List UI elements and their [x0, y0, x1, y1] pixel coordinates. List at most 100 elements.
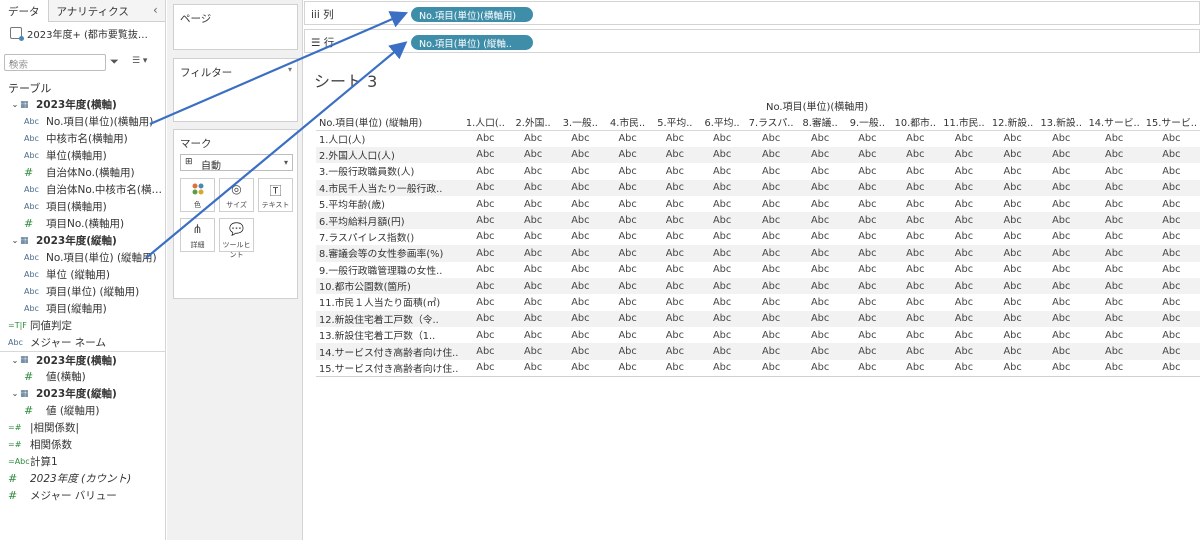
cell-value[interactable]: Abc: [891, 359, 940, 377]
field-item[interactable]: Abc 中核市名(横軸用): [0, 130, 165, 147]
cell-value[interactable]: Abc: [1143, 311, 1200, 327]
rows-shelf[interactable]: ☰ 行 No.項目(単位) (縦軸..: [304, 29, 1200, 53]
cell-value[interactable]: Abc: [509, 163, 556, 179]
cell-value[interactable]: Abc: [557, 343, 604, 359]
row-header[interactable]: 11.市民１人当たり面積(㎡): [316, 294, 461, 310]
cell-value[interactable]: Abc: [698, 130, 745, 146]
cell-value[interactable]: Abc: [988, 311, 1037, 327]
cell-value[interactable]: Abc: [461, 130, 509, 146]
field-item[interactable]: =Abc 計算1: [0, 453, 165, 470]
cell-value[interactable]: Abc: [509, 278, 556, 294]
cell-value[interactable]: Abc: [698, 311, 745, 327]
cell-value[interactable]: Abc: [461, 163, 509, 179]
cell-value[interactable]: Abc: [509, 262, 556, 278]
cell-value[interactable]: Abc: [556, 359, 604, 377]
cell-value[interactable]: Abc: [844, 311, 891, 327]
columns-pill[interactable]: No.項目(単位)(横軸用): [411, 7, 533, 22]
cell-value[interactable]: Abc: [1143, 343, 1200, 359]
cell-value[interactable]: Abc: [891, 163, 940, 179]
cell-value[interactable]: Abc: [844, 343, 891, 359]
column-header[interactable]: 6.平均..: [698, 114, 746, 131]
cell-value[interactable]: Abc: [988, 212, 1037, 228]
cell-value[interactable]: Abc: [891, 229, 940, 245]
cell-value[interactable]: Abc: [509, 180, 556, 196]
cell-value[interactable]: Abc: [891, 196, 940, 212]
text-button[interactable]: 🅃 テキスト: [258, 178, 293, 212]
cell-value[interactable]: Abc: [940, 180, 989, 196]
cell-value[interactable]: Abc: [1086, 180, 1143, 196]
cell-value[interactable]: Abc: [557, 278, 604, 294]
cell-value[interactable]: Abc: [1086, 278, 1143, 294]
column-header[interactable]: 3.一般..: [556, 114, 604, 131]
field-item[interactable]: # 項目No.(横軸用): [0, 215, 165, 232]
cell-value[interactable]: Abc: [746, 294, 797, 310]
cell-value[interactable]: Abc: [603, 359, 652, 377]
cell-value[interactable]: Abc: [796, 359, 844, 377]
table-group[interactable]: ⌄ ▦ 2023年度(横軸): [0, 351, 165, 368]
cell-value[interactable]: Abc: [509, 359, 557, 377]
filter-icon[interactable]: ⏷: [110, 55, 122, 69]
cell-value[interactable]: Abc: [1037, 180, 1086, 196]
columns-shelf[interactable]: iii 列 No.項目(単位)(横軸用): [304, 1, 1200, 25]
column-field-header[interactable]: No.項目(単位)(横軸用): [766, 98, 868, 113]
cell-value[interactable]: Abc: [891, 327, 940, 343]
cell-value[interactable]: Abc: [604, 294, 651, 310]
cell-value[interactable]: Abc: [988, 147, 1037, 163]
cell-value[interactable]: Abc: [1143, 229, 1200, 245]
cell-value[interactable]: Abc: [604, 180, 651, 196]
size-button[interactable]: ◎ サイズ: [219, 178, 254, 212]
cell-value[interactable]: Abc: [651, 294, 698, 310]
cell-value[interactable]: Abc: [461, 359, 510, 377]
cell-value[interactable]: Abc: [509, 130, 556, 146]
row-header[interactable]: 13.新設住宅着工戸数（1..: [316, 327, 461, 343]
cell-value[interactable]: Abc: [461, 327, 509, 343]
cell-value[interactable]: Abc: [651, 130, 698, 146]
row-field-header[interactable]: No.項目(単位) (縦軸用): [316, 114, 462, 131]
field-item[interactable]: Abc 項目(横軸用): [0, 198, 165, 215]
cell-value[interactable]: Abc: [746, 212, 797, 228]
cell-value[interactable]: Abc: [461, 311, 509, 327]
cell-value[interactable]: Abc: [940, 229, 989, 245]
cell-value[interactable]: Abc: [557, 311, 604, 327]
cell-value[interactable]: Abc: [509, 245, 556, 261]
cell-value[interactable]: Abc: [461, 343, 509, 359]
cell-value[interactable]: Abc: [461, 196, 509, 212]
cell-value[interactable]: Abc: [1143, 163, 1200, 179]
cell-value[interactable]: Abc: [940, 147, 989, 163]
column-header[interactable]: 1.人口(..: [461, 114, 510, 131]
field-item[interactable]: #2023年度 (カウント): [0, 470, 165, 487]
column-header[interactable]: 10.都市..: [891, 114, 940, 131]
search-input[interactable]: 検索 ⌕: [4, 54, 106, 71]
row-header[interactable]: 4.市民千人当たり一般行政..: [316, 180, 461, 196]
row-header[interactable]: 7.ラスパイレス指数(): [316, 229, 461, 245]
cell-value[interactable]: Abc: [746, 147, 797, 163]
field-item[interactable]: =# |相関係数|: [0, 419, 165, 436]
cell-value[interactable]: Abc: [461, 245, 509, 261]
cell-value[interactable]: Abc: [509, 327, 556, 343]
cell-value[interactable]: Abc: [1086, 327, 1143, 343]
cell-value[interactable]: Abc: [745, 359, 797, 377]
cell-value[interactable]: Abc: [844, 130, 891, 146]
row-header[interactable]: 9.一般行政職管理職の女性..: [316, 262, 461, 278]
cell-value[interactable]: Abc: [651, 229, 698, 245]
row-header[interactable]: 3.一般行政職員数(人): [316, 163, 461, 179]
cell-value[interactable]: Abc: [557, 262, 604, 278]
field-item[interactable]: Abc 項目(縦軸用): [0, 300, 165, 317]
cell-value[interactable]: Abc: [698, 212, 745, 228]
column-header[interactable]: 4.市民..: [603, 114, 652, 131]
cell-value[interactable]: Abc: [1143, 180, 1200, 196]
cell-value[interactable]: Abc: [557, 196, 604, 212]
cell-value[interactable]: Abc: [1085, 359, 1143, 377]
field-item[interactable]: # 自治体No.(横軸用): [0, 164, 165, 181]
field-item[interactable]: Abc 自治体No.中核市名(横…: [0, 181, 165, 198]
cell-value[interactable]: Abc: [746, 163, 797, 179]
cell-value[interactable]: Abc: [940, 294, 989, 310]
cell-value[interactable]: Abc: [891, 294, 940, 310]
cell-value[interactable]: Abc: [651, 359, 699, 377]
cell-value[interactable]: Abc: [698, 262, 745, 278]
field-item[interactable]: # メジャー バリュー: [0, 487, 165, 504]
cell-value[interactable]: Abc: [1143, 196, 1200, 212]
sheet-title[interactable]: シート 3: [314, 68, 377, 92]
collapse-pane-icon[interactable]: ‹: [153, 3, 158, 17]
cell-value[interactable]: Abc: [797, 327, 844, 343]
